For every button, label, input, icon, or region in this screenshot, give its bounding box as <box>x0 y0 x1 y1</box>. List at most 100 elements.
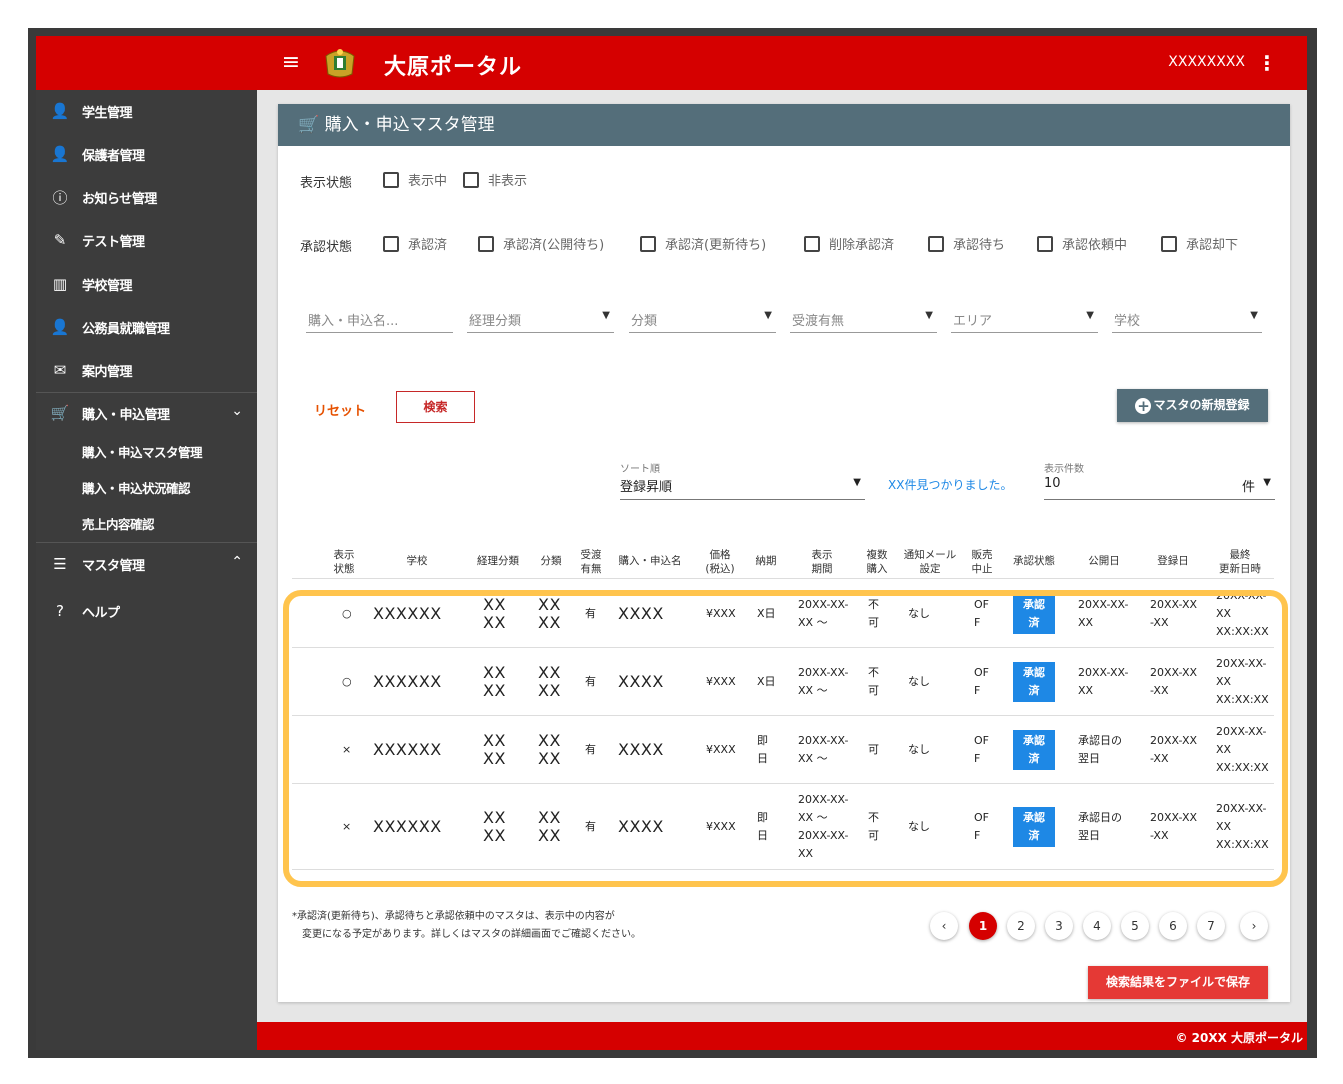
cell-text: ¥XXX <box>706 675 736 688</box>
cell-acc: XX XX <box>483 596 506 632</box>
checkbox-box <box>383 171 399 188</box>
table-row[interactable]: ○ XXXXXX XX XX XX XX 有 XXXX ¥XXX X日 20XX-XX- XX ～不可… <box>292 580 1274 648</box>
top-app-bar: ≡ 大原ポータル XXXXXXXX ⋮ <box>36 36 1307 90</box>
area-select[interactable]: エリア ▼ <box>951 303 1098 333</box>
search-button[interactable]: 検索 <box>396 391 475 423</box>
name-search-input[interactable]: 購入・申込名... <box>306 303 453 333</box>
cell-period: 20XX-XX- XX ～ <box>798 664 848 700</box>
delivery-select[interactable]: 受渡有無 ▼ <box>790 303 937 333</box>
table-row[interactable]: × XXXXXX XX XX XX XX 有 XXXX ¥XXX 即日 20XX-XX- XX ～可な… <box>292 716 1274 784</box>
cell-text: XX ～ <box>798 684 828 697</box>
page-button[interactable]: 3 <box>1045 912 1073 940</box>
sidebar-item-guides[interactable]: ✉ 案内管理 <box>36 351 257 389</box>
cell-text: XX ～ <box>798 811 828 824</box>
reset-button[interactable]: リセット <box>314 400 366 419</box>
checkbox-delete-approved[interactable]: 削除承認済 <box>804 234 894 253</box>
sidebar-item-guardians[interactable]: 👤 保護者管理 <box>36 135 257 173</box>
sidebar-item-master[interactable]: ☰ マスタ管理 ⌃ <box>36 545 257 583</box>
cell-text: 承認日の <box>1078 734 1122 747</box>
badge-text: 済 <box>1028 616 1040 629</box>
cell-period: 20XX-XX- XX ～ 20XX-XX- XX <box>798 791 848 863</box>
cell-text: 即 <box>757 734 768 747</box>
accounting-select[interactable]: 経理分類 ▼ <box>467 303 614 333</box>
cell-text: 承認日の <box>1078 811 1122 824</box>
display-status-label: 表示状態 <box>300 176 353 191</box>
checkbox-approved-pending-update[interactable]: 承認済(更新待ち) <box>640 234 766 253</box>
approval-badge[interactable]: 承認済 <box>1013 807 1055 847</box>
cart-icon: 🛒 <box>50 404 70 422</box>
cell-multi: 可 <box>868 741 879 759</box>
checkbox-visible[interactable]: 表示中 <box>383 170 447 189</box>
checkbox-label: 承認待ち <box>953 238 1006 253</box>
sidebar-item-label: テスト管理 <box>82 234 145 250</box>
save-results-button[interactable]: 検索結果をファイルで保存 <box>1088 966 1268 999</box>
cell-due: 即日 <box>757 809 768 845</box>
sidebar-item-help[interactable]: ? ヘルプ <box>36 592 257 630</box>
page-button[interactable]: 6 <box>1159 912 1187 940</box>
sort-select[interactable]: 登録昇順 ▼ <box>620 470 865 500</box>
cell-text: 不 <box>868 598 879 611</box>
prev-page-button[interactable]: ‹ <box>930 912 958 940</box>
hamburger-menu-icon[interactable]: ≡ <box>278 50 304 76</box>
per-page-unit: 件 <box>1241 480 1255 495</box>
footnote-line: 変更になる予定があります。詳しくはマスタの詳細画面でご確認ください。 <box>302 929 641 940</box>
per-page-select[interactable]: 10 件 ▼ <box>1044 470 1275 500</box>
cell-text: 20XX-XX- <box>798 666 849 679</box>
sidebar-subitem-master[interactable]: 購入・申込マスタ管理 <box>82 442 203 461</box>
page-button[interactable]: 1 <box>969 912 997 940</box>
checkbox-requesting[interactable]: 承認依頼中 <box>1037 234 1127 253</box>
cell-text: × <box>342 820 352 833</box>
approval-badge[interactable]: 承認済 <box>1013 730 1055 770</box>
school-select[interactable]: 学校 ▼ <box>1112 303 1262 333</box>
person-icon: 👤 <box>50 145 70 163</box>
checkbox-hidden[interactable]: 非表示 <box>463 170 527 189</box>
user-name[interactable]: XXXXXXXX <box>1168 54 1245 70</box>
cell-multi: 不可 <box>868 596 879 632</box>
chevron-right-icon: › <box>1251 919 1257 933</box>
sidebar-item-tests[interactable]: ✎ テスト管理 <box>36 221 257 259</box>
sidebar-subitem-sales[interactable]: 売上内容確認 <box>82 514 155 533</box>
badge-text: 済 <box>1028 829 1040 842</box>
page-button[interactable]: 4 <box>1083 912 1111 940</box>
cell-text: 有 <box>585 607 596 620</box>
table-row[interactable]: ○ XXXXXX XX XX XX XX 有 XXXX ¥XXX X日 20XX-XX- XX ～不可… <box>292 648 1274 716</box>
checkbox-label: 承認済(更新待ち) <box>665 238 767 253</box>
column-header-text: 状態 <box>333 563 355 575</box>
cart-icon: 🛒 <box>298 115 320 135</box>
cell-upd: 20XX-XX- XX XX:XX:XX <box>1216 655 1269 709</box>
cell-text: XX <box>538 749 561 768</box>
cell-text: 20XX-XX <box>1150 811 1198 824</box>
column-header: 納期 <box>751 554 781 568</box>
next-page-button[interactable]: › <box>1240 912 1268 940</box>
sidebar-item-schools[interactable]: ▥ 学校管理 <box>36 265 257 303</box>
table-row[interactable]: × XXXXXX XX XX XX XX 有 XXXX ¥XXX 即日 20XX-XX- XX ～ 20… <box>292 784 1274 870</box>
sidebar-item-label: 購入・申込管理 <box>82 407 170 423</box>
cell-deliv: 有 <box>585 818 596 836</box>
sidebar-subitem-status[interactable]: 購入・申込状況確認 <box>82 478 191 497</box>
sidebar-item-label: 学校管理 <box>82 278 133 294</box>
cell-text: XX:XX:XX <box>1216 693 1269 706</box>
page-button[interactable]: 7 <box>1197 912 1225 940</box>
checkbox-box <box>463 171 479 188</box>
checkbox-awaiting-approval[interactable]: 承認待ち <box>928 234 1005 253</box>
checkbox-approved-pending-publish[interactable]: 承認済(公開待ち) <box>478 234 604 253</box>
approval-badge[interactable]: 承認済 <box>1013 662 1055 702</box>
page-button[interactable]: 5 <box>1121 912 1149 940</box>
sidebar-item-notices[interactable]: ⓘ お知らせ管理 <box>36 178 257 216</box>
cell-text: 翌日 <box>1078 752 1100 765</box>
master-card: 🛒 購入・申込マスタ管理 表示状態 表示中 非表示 承認状態 承認済 承認済(公… <box>278 104 1290 1002</box>
approval-badge[interactable]: 承認済 <box>1013 594 1055 634</box>
sidebar-item-civil-jobs[interactable]: 👤 公務員就職管理 <box>36 308 257 346</box>
sidebar-item-purchase[interactable]: 🛒 購入・申込管理 ⌄ <box>36 394 257 432</box>
checkbox-rejected[interactable]: 承認却下 <box>1161 234 1238 253</box>
new-master-button[interactable]: + マスタの新規登録 <box>1117 389 1268 422</box>
badge-text: 承認 <box>1023 734 1045 747</box>
sidebar-item-students[interactable]: 👤 学生管理 <box>36 92 257 130</box>
page-button[interactable]: 2 <box>1007 912 1035 940</box>
more-vert-icon[interactable]: ⋮ <box>1257 50 1277 76</box>
checkbox-approved[interactable]: 承認済 <box>383 234 447 253</box>
column-header: 最終 更新日時 <box>1214 548 1266 576</box>
category-select[interactable]: 分類 ▼ <box>629 303 776 333</box>
sidebar-item-label: ヘルプ <box>82 605 120 621</box>
cell-text: XXXX <box>618 817 664 836</box>
